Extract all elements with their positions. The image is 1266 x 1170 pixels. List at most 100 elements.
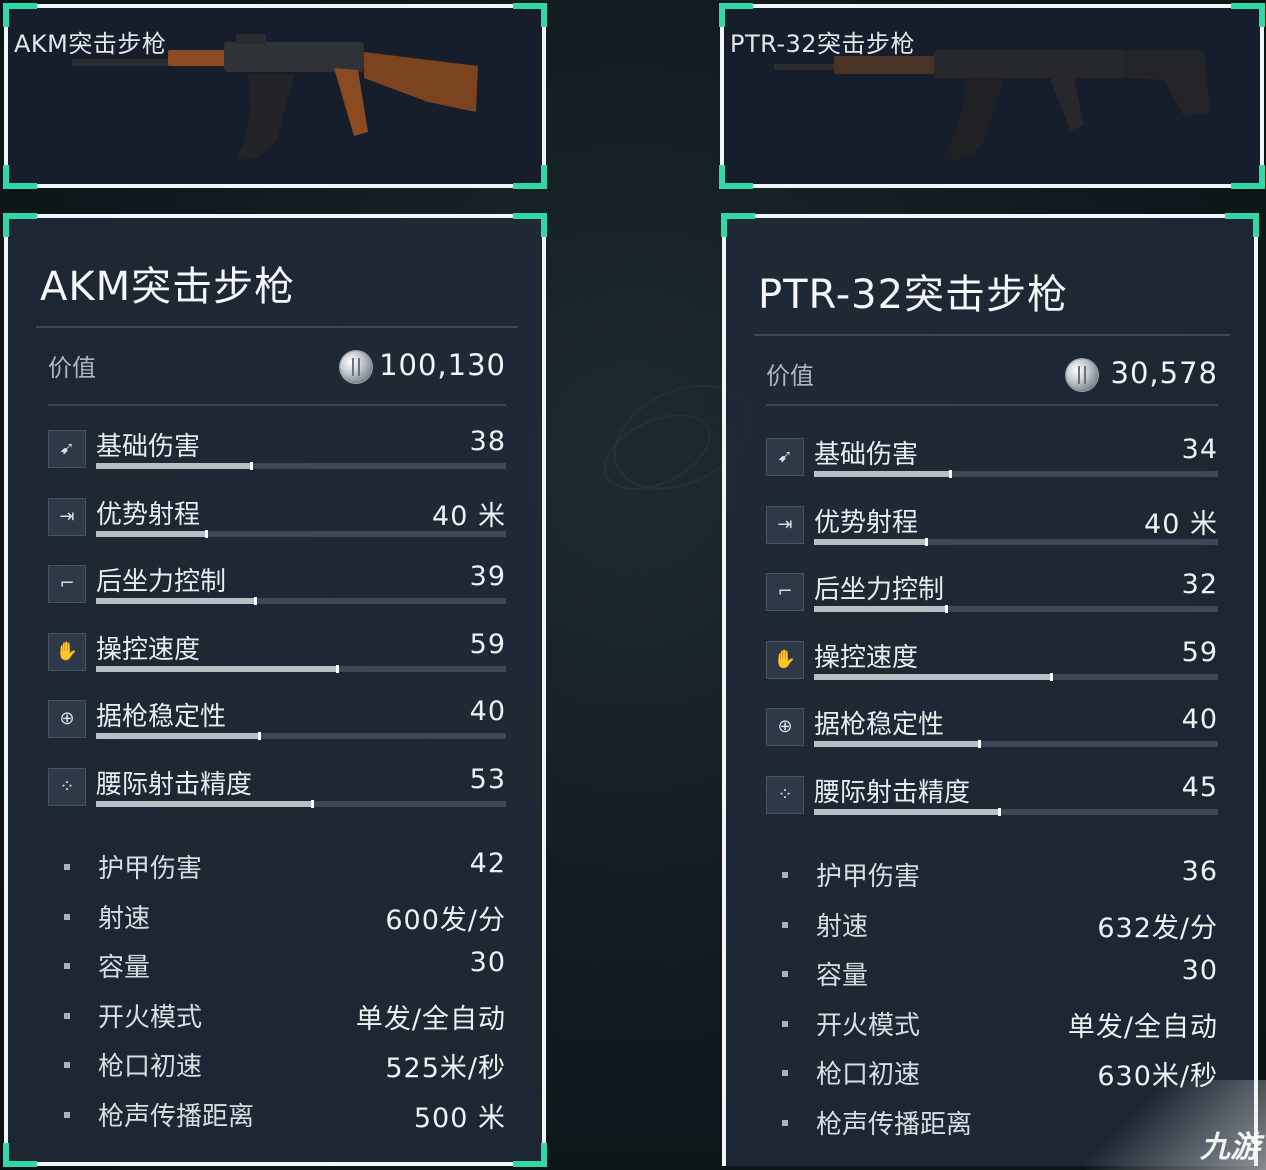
spec-row: 护甲伤害 42	[48, 848, 506, 888]
stat-bar-fill	[96, 733, 260, 739]
stat-value: 40	[1181, 704, 1218, 735]
stat-bar-marker	[249, 462, 253, 470]
spec-label: 枪声传播距离	[816, 1110, 973, 1140]
stat-row[interactable]: ⁘ 腰际射击精度 53	[48, 764, 506, 816]
value-row: 价值 30,578	[766, 356, 1218, 396]
spec-label: 枪口初速	[98, 1052, 203, 1083]
stat-row[interactable]: ➹ 基础伤害 34	[766, 434, 1218, 486]
stat-bar	[814, 672, 1218, 681]
weapon-title: AKM突击步枪	[40, 264, 296, 310]
handling-hand-icon: ✋	[48, 632, 86, 671]
stat-bar-fill	[814, 538, 928, 545]
spec-row: 开火模式 单发/全自动	[48, 997, 506, 1037]
spec-label: 枪声传播距离	[98, 1102, 255, 1132]
spec-label: 开火模式	[816, 1010, 921, 1041]
stat-bar-marker	[945, 605, 949, 613]
value-amount: 30,578	[1110, 356, 1218, 390]
divider	[766, 404, 1218, 406]
divider	[36, 326, 518, 328]
stat-bar-marker	[949, 470, 953, 478]
crosshair-stability-icon: ⊕	[766, 708, 804, 746]
bullet-dot	[64, 963, 70, 970]
stat-label: 基础伤害	[814, 440, 919, 470]
stat-value: 53	[469, 763, 506, 795]
stat-value: 45	[1181, 771, 1218, 803]
stat-value: 34	[1181, 434, 1218, 465]
stat-label: 优势射程	[814, 507, 919, 538]
value-label: 价值	[48, 354, 96, 382]
stat-value: 40 米	[1144, 508, 1218, 540]
stat-row[interactable]: ⊕ 据枪稳定性 40	[48, 696, 506, 748]
weapon-title: PTR-32突击步枪	[758, 272, 1069, 318]
stat-row[interactable]: ⌐ 后坐力控制 39	[48, 561, 506, 613]
stat-bar	[814, 807, 1218, 816]
stat-row[interactable]: ➹ 基础伤害 38	[48, 426, 506, 478]
weapon-card-akm[interactable]: AKM突击步枪	[3, 3, 547, 189]
stat-bar	[96, 597, 506, 605]
spec-row: 枪声传播距离 500 米	[48, 1096, 506, 1136]
watermark-logo: 九游	[1200, 1130, 1260, 1165]
spec-value: 30	[1181, 955, 1218, 987]
weapon-card-ptr32[interactable]: PTR-32突击步枪	[719, 3, 1265, 189]
spec-row: 容量 30	[766, 955, 1218, 995]
bullet-dot	[782, 1070, 788, 1077]
stat-label: 腰际射击精度	[814, 777, 971, 808]
spec-value: 单发/全自动	[355, 1003, 506, 1035]
stat-bar-marker	[997, 807, 1001, 816]
spec-row: 开火模式 单发/全自动	[766, 1005, 1218, 1045]
spec-value: 42	[469, 848, 506, 879]
stat-label: 后坐力控制	[814, 575, 945, 605]
stat-row[interactable]: ✋ 操控速度 59	[766, 637, 1218, 689]
stat-bar-fill	[96, 463, 252, 469]
spec-label: 射速	[98, 903, 151, 934]
stat-bar-marker	[204, 529, 208, 538]
spec-row: 容量 30	[48, 947, 506, 987]
stat-row[interactable]: ⇥ 优势射程 40 米	[48, 494, 506, 546]
bullet-dot	[64, 864, 70, 870]
spec-row: 射速 632发/分	[766, 906, 1218, 946]
bullet-dot	[64, 1112, 70, 1118]
spec-value: 30	[469, 947, 506, 979]
stat-bar	[96, 529, 506, 538]
stat-value: 38	[469, 426, 506, 457]
bullet-damage-icon: ➹	[48, 430, 86, 468]
bullet-dot	[64, 1062, 70, 1069]
stat-bar	[814, 605, 1218, 613]
bullet-dot	[64, 913, 70, 920]
spec-label: 开火模式	[98, 1002, 203, 1033]
spec-row: 枪口初速 525米/秒	[48, 1046, 506, 1086]
crosshair-stability-icon: ⊕	[48, 700, 86, 738]
stat-row[interactable]: ⌐ 后坐力控制 32	[766, 569, 1218, 621]
stat-row[interactable]: ✋ 操控速度 59	[48, 629, 506, 681]
stat-value: 59	[1181, 636, 1218, 668]
spec-label: 护甲伤害	[98, 854, 203, 884]
value-row: 价值 100,130	[48, 348, 506, 388]
spec-label: 容量	[98, 953, 151, 984]
stat-bar-fill	[96, 530, 207, 537]
stat-label: 操控速度	[814, 642, 919, 673]
divider	[754, 334, 1230, 336]
bullet-dot	[782, 872, 788, 878]
weapon-image-label: AKM突击步枪	[14, 30, 167, 58]
frame-corner	[721, 213, 755, 237]
stat-row[interactable]: ⁘ 腰际射击精度 45	[766, 772, 1218, 824]
spec-value: 单发/全自动	[1067, 1011, 1218, 1043]
stat-bar-marker	[311, 799, 315, 808]
stat-bar	[814, 537, 1218, 546]
hipfire-reticle-icon: ⁘	[766, 775, 804, 814]
stat-bar-fill	[814, 606, 948, 612]
spec-label: 护甲伤害	[816, 862, 921, 892]
stat-label: 操控速度	[96, 634, 201, 665]
stat-bar	[96, 664, 506, 673]
weapon-image-label: PTR-32突击步枪	[730, 30, 916, 58]
stat-row[interactable]: ⊕ 据枪稳定性 40	[766, 704, 1218, 756]
frame-corner	[513, 1143, 547, 1167]
stat-bar	[814, 470, 1218, 478]
spec-label: 枪口初速	[816, 1060, 921, 1091]
bullet-dot	[64, 1012, 70, 1019]
bullet-dot	[782, 921, 788, 928]
stat-bar-marker	[258, 732, 261, 740]
stat-row[interactable]: ⇥ 优势射程 40 米	[766, 502, 1218, 554]
stat-bar	[96, 462, 506, 470]
stat-label: 据枪稳定性	[814, 710, 945, 740]
